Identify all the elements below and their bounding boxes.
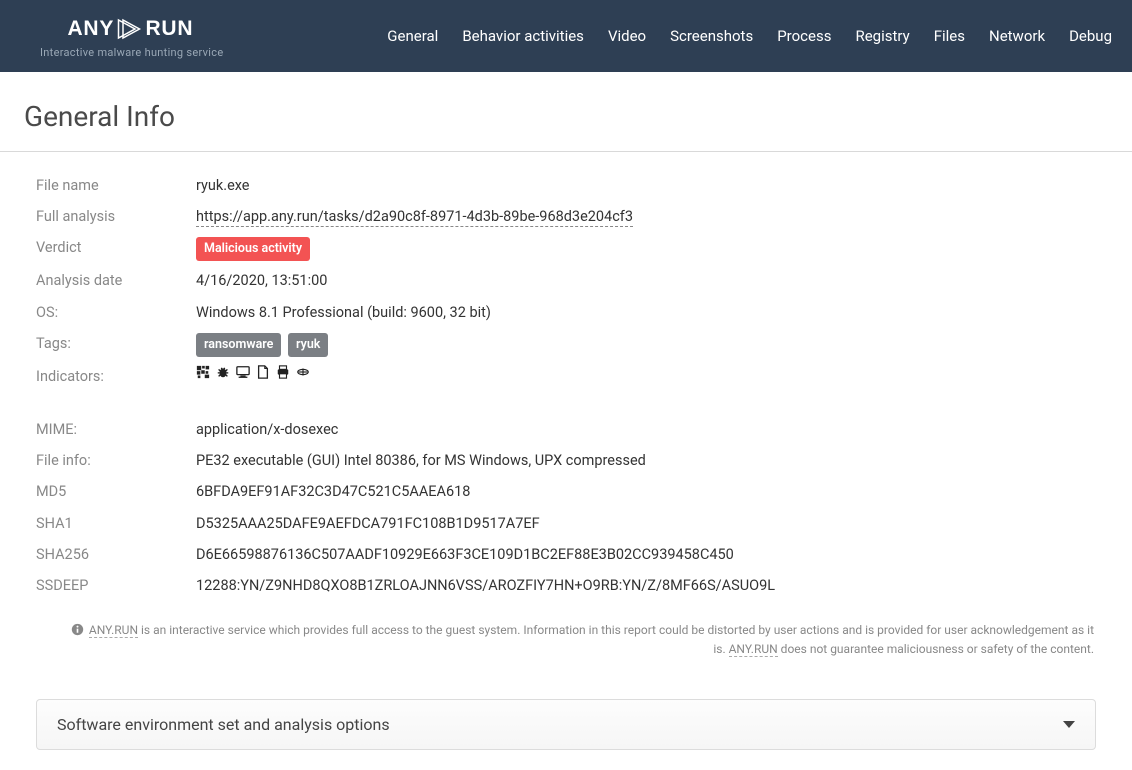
anyrun-logo-icon: ANY RUN [40,14,260,44]
chevron-down-icon [1063,721,1075,728]
software-env-title: Software environment set and analysis op… [57,715,390,734]
anyrun-link-1[interactable]: ANY.RUN [89,623,138,638]
nav-network[interactable]: Network [989,27,1045,45]
indicators-label: Indicators: [36,365,196,388]
sha1-label: SHA1 [36,512,196,535]
ssdeep-label: SSDEEP [36,574,196,597]
tag-ransomware[interactable]: ransomware [196,333,281,357]
row-indicators: Indicators: [36,365,1096,388]
bug-icon [216,365,230,379]
file-info-label: File info: [36,449,196,472]
full-analysis-label: Full analysis [36,205,196,228]
row-verdict: Verdict Malicious activity [36,236,1096,261]
monitor-icon [236,365,250,379]
sha256-value: D6E66598876136C507AADF10929E663F3CE109D1… [196,543,734,566]
nav-process[interactable]: Process [777,27,831,45]
info-icon [71,623,84,636]
anyrun-link-2[interactable]: ANY.RUN [729,642,778,657]
disclaimer-text-2: does not guarantee maliciousness or safe… [778,642,1094,656]
tags-label: Tags: [36,332,196,355]
file-name-label: File name [36,174,196,197]
row-sha1: SHA1 D5325AAA25DAFE9AEFDCA791FC108B1D951… [36,512,1096,535]
info-section: File name ryuk.exe Full analysis https:/… [0,152,1132,615]
full-analysis-link[interactable]: https://app.any.run/tasks/d2a90c8f-8971-… [196,208,633,227]
mime-label: MIME: [36,418,196,441]
indicators-icons [196,365,310,379]
row-mime: MIME: application/x-dosexec [36,418,1096,441]
document-icon [256,365,270,379]
sha256-label: SHA256 [36,543,196,566]
nav-debug[interactable]: Debug [1069,27,1112,45]
software-env-panel[interactable]: Software environment set and analysis op… [36,699,1096,750]
nav-general[interactable]: General [387,27,438,45]
md5-label: MD5 [36,480,196,503]
row-ssdeep: SSDEEP 12288:YN/Z9NHD8QXO8B1ZRLOAJNN6VSS… [36,574,1096,597]
row-tags: Tags: ransomware ryuk [36,332,1096,357]
nav-files[interactable]: Files [934,27,965,45]
row-os: OS: Windows 8.1 Professional (build: 960… [36,301,1096,324]
row-md5: MD5 6BFDA9EF91AF32C3D47C521C5AAEA618 [36,480,1096,503]
file-name-value: ryuk.exe [196,174,250,197]
row-file-info: File info: PE32 executable (GUI) Intel 8… [36,449,1096,472]
row-sha256: SHA256 D6E66598876136C507AADF10929E663F3… [36,543,1096,566]
ssdeep-value: 12288:YN/Z9NHD8QXO8B1ZRLOAJNN6VSS/AROZFI… [196,574,775,597]
md5-value: 6BFDA9EF91AF32C3D47C521C5AAEA618 [196,480,470,503]
row-full-analysis: Full analysis https://app.any.run/tasks/… [36,205,1096,228]
file-info-value: PE32 executable (GUI) Intel 80386, for M… [196,449,646,472]
nav-registry[interactable]: Registry [855,27,909,45]
mime-value: application/x-dosexec [196,418,338,441]
nav-behavior[interactable]: Behavior activities [462,27,584,45]
main-nav: General Behavior activities Video Screen… [387,27,1112,45]
network-icon [296,365,310,379]
os-value: Windows 8.1 Professional (build: 9600, 3… [196,301,491,324]
nav-video[interactable]: Video [608,27,646,45]
svg-text:RUN: RUN [146,17,194,40]
printer-icon [276,365,290,379]
verdict-badge: Malicious activity [196,237,310,261]
row-file-name: File name ryuk.exe [36,174,1096,197]
grid-icon [196,365,210,379]
tagline: Interactive malware hunting service [40,46,260,59]
os-label: OS: [36,301,196,324]
page-title: General Info [0,72,1132,152]
analysis-date-label: Analysis date [36,269,196,292]
disclaimer: ANY.RUN is an interactive service which … [32,615,1132,659]
analysis-date-value: 4/16/2020, 13:51:00 [196,269,327,292]
nav-screenshots[interactable]: Screenshots [670,27,753,45]
tag-ryuk[interactable]: ryuk [288,333,328,357]
verdict-label: Verdict [36,236,196,259]
row-analysis-date: Analysis date 4/16/2020, 13:51:00 [36,269,1096,292]
logo-block[interactable]: ANY RUN Interactive malware hunting serv… [40,14,260,59]
sha1-value: D5325AAA25DAFE9AEFDCA791FC108B1D9517A7EF [196,512,540,535]
svg-text:ANY: ANY [68,17,115,40]
main-header: ANY RUN Interactive malware hunting serv… [0,0,1132,72]
